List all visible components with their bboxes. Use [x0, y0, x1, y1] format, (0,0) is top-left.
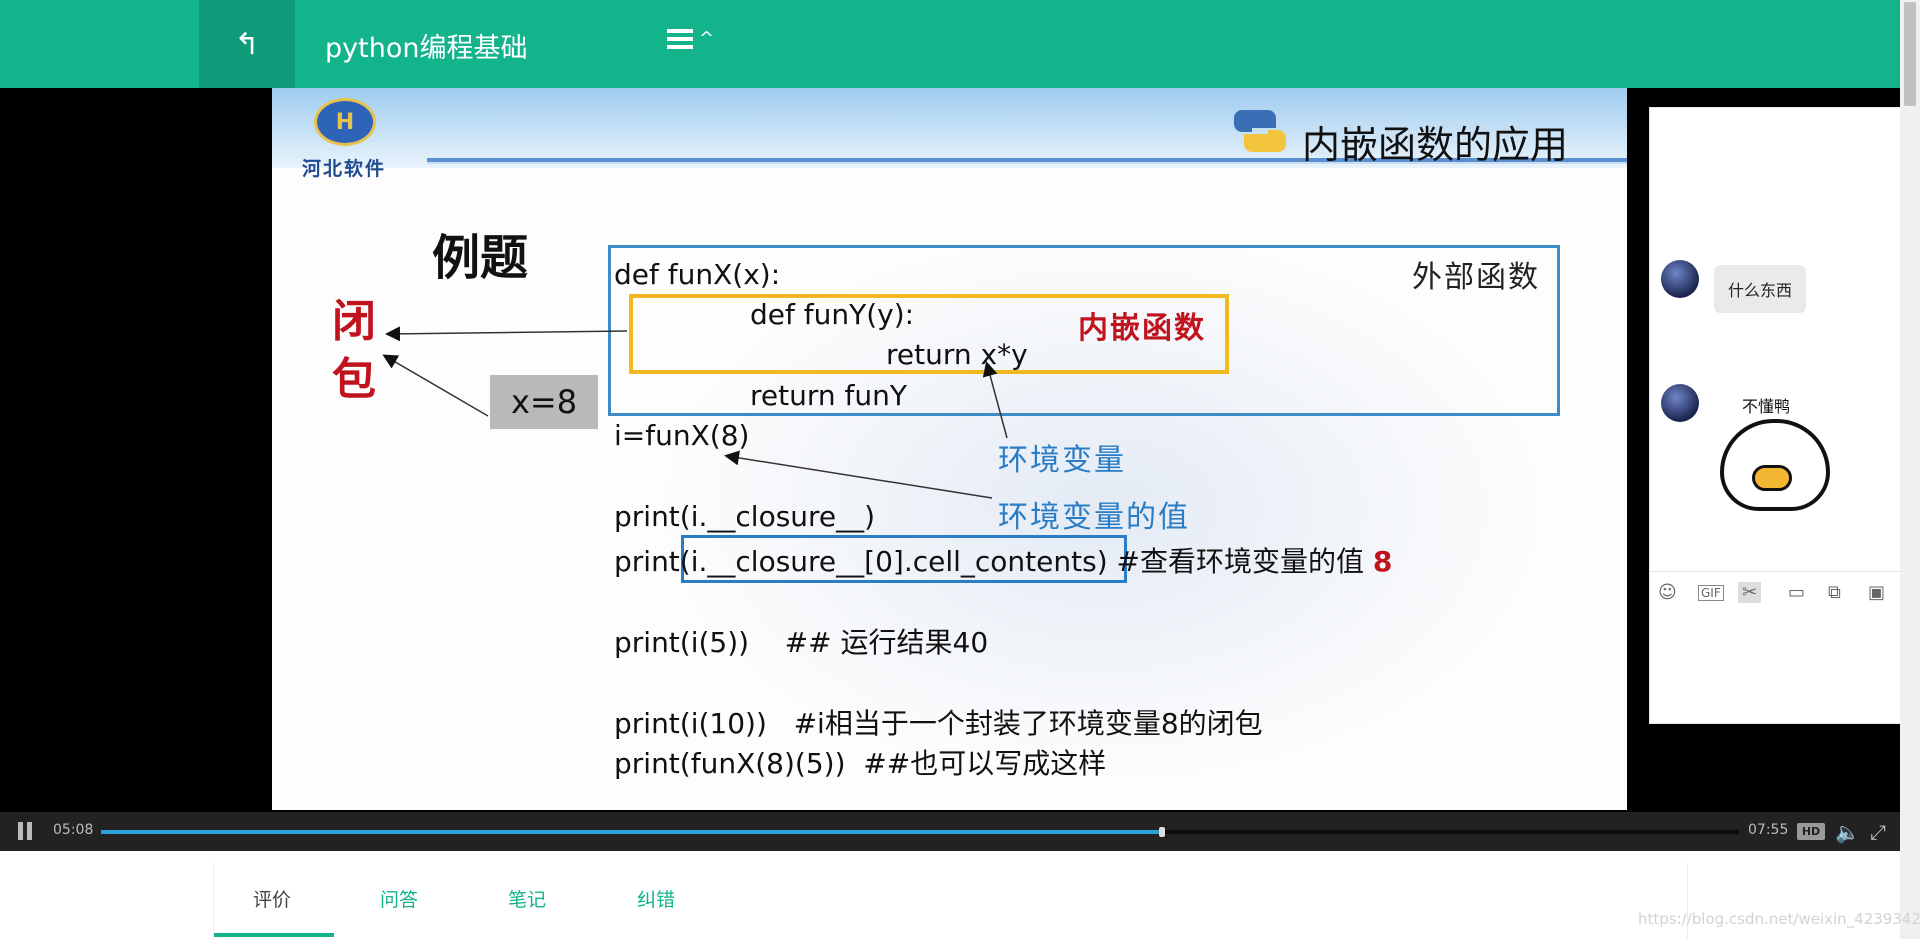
back-button[interactable]: ↰ — [199, 0, 295, 88]
annotation-arrows — [382, 326, 1008, 499]
avatar — [1661, 384, 1699, 422]
current-time: 05:08 — [53, 822, 94, 838]
course-tabs: 评价 问答 笔记 纠错 — [213, 863, 1688, 939]
avatar — [1661, 260, 1699, 298]
duck-sticker-icon — [1720, 419, 1830, 511]
progress-bar[interactable] — [101, 827, 1739, 837]
image-icon[interactable]: ▣ — [1868, 582, 1885, 603]
chat-message: 什么东西 — [1714, 265, 1807, 313]
sticker-message: 不懂鸭 — [1712, 387, 1832, 511]
folder-icon[interactable]: ▭ — [1788, 582, 1805, 603]
slide-frame: H 河北软件 内嵌函数的应用 例题 闭包 x=8 外部函数 内嵌函数 def f… — [272, 88, 1627, 810]
doc-icon[interactable]: ⧉ — [1828, 582, 1841, 603]
menu-toggle-button[interactable]: ^ — [667, 28, 714, 49]
tab-notes[interactable]: 笔记 — [508, 885, 546, 912]
hd-quality-button[interactable]: HD — [1797, 823, 1825, 840]
video-player[interactable]: H 河北软件 内嵌函数的应用 例题 闭包 x=8 外部函数 内嵌函数 def f… — [0, 88, 1900, 851]
volume-icon[interactable]: 🔈 — [1835, 820, 1860, 844]
pause-button[interactable] — [18, 822, 34, 840]
chevron-up-icon: ^ — [699, 28, 715, 49]
active-tab-underline — [214, 933, 334, 937]
emoji-icon[interactable]: ☺ — [1658, 582, 1677, 603]
sticker-caption: 不懂鸭 — [1742, 397, 1791, 416]
tab-reviews[interactable]: 评价 — [253, 885, 291, 912]
watermark-url: https://blog.csdn.net/weixin_42393421 — [1638, 910, 1920, 928]
top-bar: ↰ python编程基础 ^ — [0, 0, 1900, 88]
player-controls: 05:08 07:55 HD 🔈 ⤢ — [0, 812, 1900, 851]
chat-panel: 什么东西 不懂鸭 ☺ GIF ✂ ▭ ⧉ ▣ ◫ — [1649, 107, 1920, 724]
gif-icon[interactable]: GIF — [1698, 585, 1724, 601]
tab-qa[interactable]: 问答 — [380, 885, 418, 912]
fullscreen-icon[interactable]: ⤢ — [1870, 820, 1886, 844]
duck-beak — [1752, 465, 1792, 491]
scissors-icon[interactable]: ✂ — [1738, 582, 1762, 603]
chat-toolbar: ☺ GIF ✂ ▭ ⧉ ▣ ◫ — [1650, 571, 1920, 611]
total-time: 07:55 — [1748, 822, 1789, 838]
page-scrollbar[interactable] — [1900, 0, 1920, 939]
back-arrow-icon: ↰ — [234, 26, 260, 62]
menu-icon — [667, 28, 693, 49]
tab-corrections[interactable]: 纠错 — [637, 885, 675, 912]
progress-knob[interactable] — [1159, 827, 1166, 837]
course-title: python编程基础 — [325, 33, 528, 64]
progress-fill — [101, 830, 1163, 834]
scrollbar-thumb[interactable] — [1904, 2, 1916, 106]
